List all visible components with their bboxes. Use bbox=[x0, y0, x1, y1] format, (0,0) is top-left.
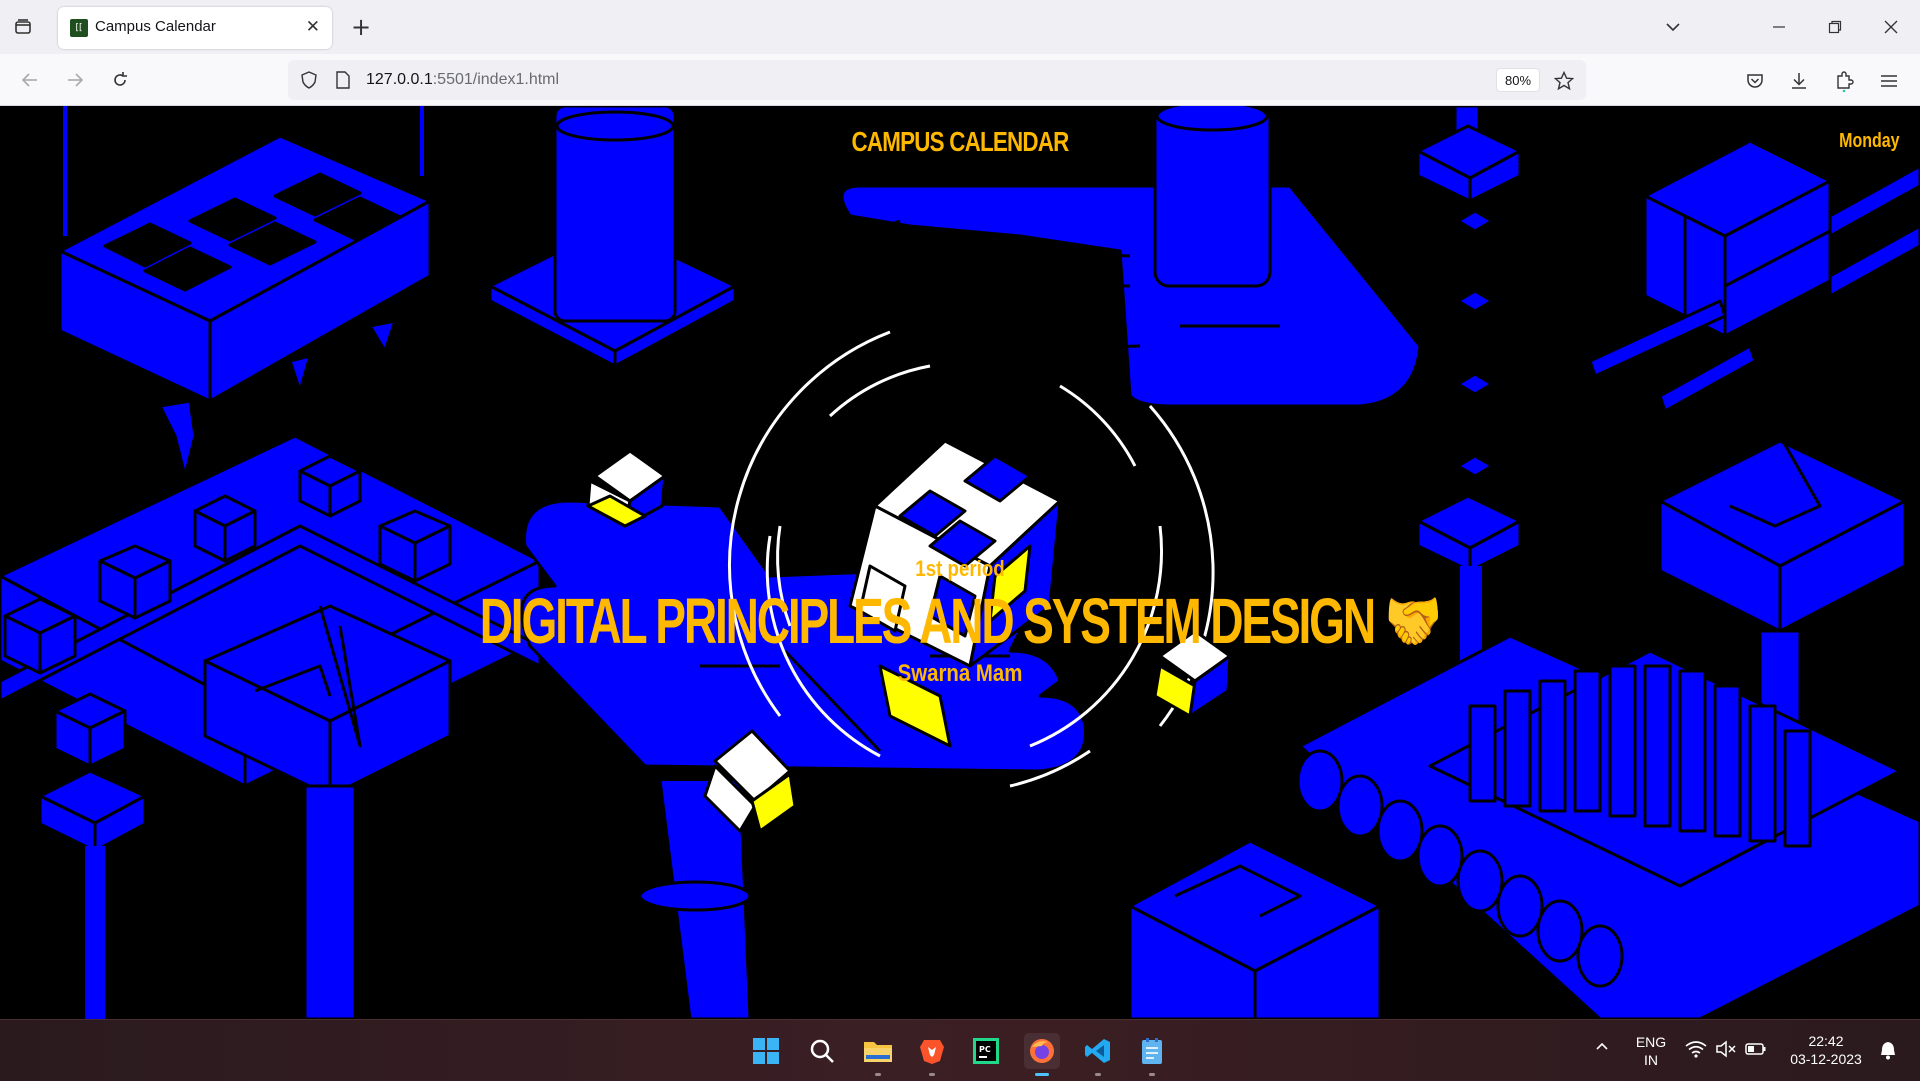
svg-text:PC: PC bbox=[979, 1045, 991, 1054]
campus-calendar-favicon-icon: [[ bbox=[70, 19, 88, 37]
restore-icon[interactable] bbox=[1820, 12, 1850, 42]
zoom-level-badge[interactable]: 80% bbox=[1496, 68, 1540, 92]
bookmark-star-icon[interactable] bbox=[1552, 69, 1576, 93]
box-illustration-bottom-center bbox=[1128, 839, 1382, 1019]
address-bar[interactable]: 127.0.0.1:5501/index1.html 80% bbox=[288, 60, 1586, 100]
subject-text: DIGITAL PRINCIPLES AND SYSTEM DESIGN 🤝 bbox=[479, 585, 1442, 657]
tab-campus-calendar[interactable]: [[ Campus Calendar ✕ bbox=[58, 7, 332, 49]
subject-title: DIGITAL PRINCIPLES AND SYSTEM DESIGN 🤝 bbox=[0, 584, 1920, 659]
windows-start-icon[interactable] bbox=[748, 1033, 784, 1069]
close-window-icon[interactable] bbox=[1876, 12, 1906, 42]
extensions-icon[interactable] bbox=[1831, 68, 1857, 94]
url-host: 127.0.0.1 bbox=[366, 71, 433, 88]
tab-title: Campus Calendar bbox=[95, 18, 216, 35]
battery-icon[interactable] bbox=[1744, 1040, 1768, 1062]
search-icon[interactable] bbox=[804, 1033, 840, 1069]
new-tab-icon[interactable]: + bbox=[348, 13, 374, 41]
ice-tray-illustration bbox=[58, 106, 432, 478]
shield-icon[interactable] bbox=[298, 69, 320, 91]
list-all-tabs-icon[interactable] bbox=[10, 14, 36, 40]
notification-bell-icon[interactable] bbox=[1876, 1040, 1900, 1064]
pocket-icon[interactable] bbox=[1742, 68, 1768, 94]
downloads-icon[interactable] bbox=[1786, 68, 1812, 94]
chevron-down-icon[interactable] bbox=[1660, 14, 1686, 40]
floating-cubes-column bbox=[1416, 106, 1522, 666]
pycharm-icon[interactable]: PC bbox=[968, 1033, 1004, 1069]
volume-muted-icon[interactable] bbox=[1714, 1040, 1738, 1062]
vscode-icon[interactable] bbox=[1080, 1033, 1116, 1076]
menu-icon[interactable] bbox=[1876, 68, 1902, 94]
language-line-1: ENG bbox=[1635, 1034, 1667, 1050]
close-tab-icon[interactable]: ✕ bbox=[306, 17, 320, 37]
forward-icon[interactable] bbox=[61, 66, 89, 94]
brave-browser-icon[interactable] bbox=[914, 1033, 950, 1076]
language-indicator[interactable]: ENG IN bbox=[1628, 1033, 1674, 1069]
wifi-icon[interactable] bbox=[1684, 1040, 1708, 1062]
url-path: :5501/index1.html bbox=[432, 71, 560, 88]
back-icon[interactable] bbox=[16, 66, 44, 94]
clock-time: 22:42 bbox=[1808, 1033, 1844, 1049]
current-day: Monday bbox=[1839, 130, 1900, 152]
crane-illustration bbox=[1588, 139, 1920, 413]
language-line-2: IN bbox=[1644, 1052, 1658, 1068]
page-icon[interactable] bbox=[332, 69, 354, 91]
url-text[interactable]: 127.0.0.1:5501/index1.html bbox=[366, 71, 559, 89]
chevron-up-icon[interactable] bbox=[1590, 1038, 1614, 1058]
webpage-content: CAMPUS CALENDAR Monday 1st period DIGITA… bbox=[0, 106, 1920, 1019]
firefox-icon[interactable] bbox=[1024, 1033, 1060, 1076]
teacher-name: Swarna Mam bbox=[897, 660, 1023, 687]
minimize-icon[interactable] bbox=[1764, 12, 1794, 42]
windows-taskbar: PC ENG IN 22:42 03-12-2023 bbox=[0, 1019, 1920, 1081]
period-label: 1st period bbox=[915, 556, 1005, 581]
reload-icon[interactable] bbox=[106, 66, 134, 94]
file-explorer-icon[interactable] bbox=[860, 1033, 896, 1076]
site-brand-title: CAMPUS CALENDAR bbox=[851, 126, 1070, 157]
conveyor-illustration-right bbox=[1296, 634, 1920, 1019]
clock-date: 03-12-2023 bbox=[1790, 1051, 1862, 1067]
clock[interactable]: 22:42 03-12-2023 bbox=[1776, 1032, 1876, 1068]
notepad-icon[interactable] bbox=[1134, 1033, 1170, 1076]
tab-strip: [[ Campus Calendar ✕ + bbox=[0, 0, 1920, 54]
